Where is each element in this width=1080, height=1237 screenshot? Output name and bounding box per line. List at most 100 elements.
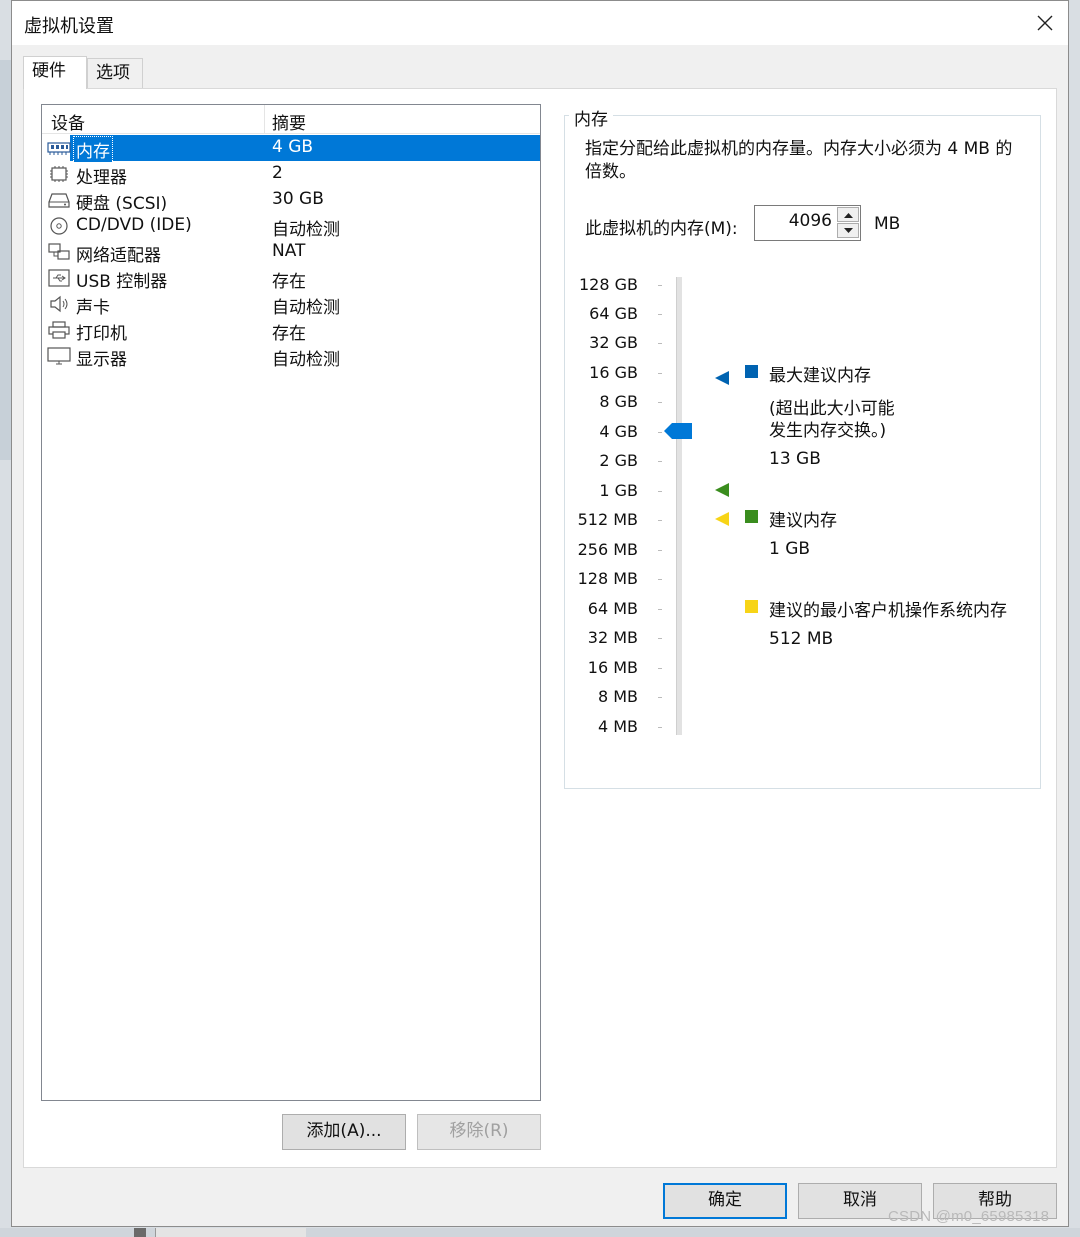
device-name: 网络适配器	[76, 246, 161, 266]
device-summary: 自动检测	[272, 220, 340, 240]
max-recommended-swatch	[745, 365, 758, 378]
device-row-memory[interactable]: 内存 4 GB	[46, 135, 540, 163]
memory-size-spinbox[interactable]: 4096	[754, 205, 861, 241]
device-name: 打印机	[76, 324, 127, 344]
device-name: USB 控制器	[76, 272, 168, 292]
memory-description: 指定分配给此虚拟机的内存量。内存大小必须为 4 MB 的倍数。	[585, 139, 1013, 182]
device-summary: NAT	[272, 241, 306, 261]
scale-tick	[658, 520, 662, 521]
scale-label: 512 MB	[577, 510, 638, 529]
scale-tick	[658, 461, 662, 462]
device-row-printer[interactable]: 打印机 存在	[46, 317, 540, 344]
scale-tick	[658, 668, 662, 669]
max-recommended-value: 13 GB	[769, 449, 821, 469]
device-row-usb-controller[interactable]: USB 控制器 存在	[46, 265, 540, 292]
title-bar: 虚拟机设置	[12, 1, 1068, 45]
scale-label: 64 GB	[589, 304, 638, 323]
scale-label: 16 MB	[587, 658, 638, 677]
vm-settings-dialog: 虚拟机设置 硬件 选项 设备 摘要 内存 4 GB 处理器 2 硬盘 (SCSI…	[11, 0, 1069, 1227]
scale-tick	[658, 432, 662, 433]
window-title: 虚拟机设置	[24, 16, 114, 37]
max-recommended-note: 发生内存交换。)	[769, 421, 887, 441]
tab-options[interactable]: 选项	[87, 58, 143, 88]
memory-size-label: 此虚拟机的内存(M):	[585, 219, 738, 239]
device-summary: 自动检测	[272, 298, 340, 318]
min-guest-marker	[715, 512, 729, 526]
printer-icon	[48, 321, 70, 339]
spin-up-button[interactable]	[837, 207, 859, 222]
device-list-header: 设备 摘要	[42, 105, 540, 134]
add-device-button[interactable]: 添加(A)...	[282, 1114, 406, 1150]
memory-size-value[interactable]: 4096	[789, 211, 832, 231]
scale-tick	[658, 285, 662, 286]
device-row-display[interactable]: 显示器 自动检测	[46, 343, 540, 370]
scale-label: 128 GB	[579, 275, 638, 294]
cd-dvd-icon	[50, 217, 68, 235]
scale-tick	[658, 314, 662, 315]
scale-tick	[658, 491, 662, 492]
processor-icon	[50, 166, 68, 182]
device-summary: 30 GB	[272, 189, 324, 209]
device-row-hard-disk[interactable]: 硬盘 (SCSI) 30 GB	[46, 187, 540, 214]
device-name: 显示器	[76, 350, 127, 370]
spin-down-button[interactable]	[837, 223, 859, 238]
column-header-device[interactable]: 设备	[51, 109, 85, 134]
chevron-down-icon	[843, 227, 853, 233]
scale-label: 32 MB	[587, 628, 638, 647]
scale-tick	[658, 373, 662, 374]
network-adapter-icon	[48, 243, 70, 260]
scale-tick	[658, 609, 662, 610]
device-row-network-adapter[interactable]: 网络适配器 NAT	[46, 239, 540, 266]
scale-label: 256 MB	[577, 540, 638, 559]
scale-tick	[658, 579, 662, 580]
remove-device-button[interactable]: 移除(R)	[417, 1114, 541, 1150]
scale-label: 1 GB	[599, 481, 638, 500]
scale-label: 2 GB	[599, 451, 638, 470]
scale-tick	[658, 697, 662, 698]
device-row-cd-dvd[interactable]: CD/DVD (IDE) 自动检测	[46, 213, 540, 240]
max-recommended-title: 最大建议内存	[769, 366, 871, 386]
scale-label: 4 MB	[597, 717, 638, 736]
usb-icon	[48, 269, 70, 287]
device-row-processor[interactable]: 处理器 2	[46, 161, 540, 188]
scale-label: 128 MB	[577, 569, 638, 588]
speaker-icon	[50, 295, 68, 313]
memory-slider-thumb[interactable]	[664, 423, 692, 439]
watermark: CSDN @m0_65985318	[888, 1208, 1050, 1225]
chevron-up-icon	[843, 212, 853, 218]
device-name: CD/DVD (IDE)	[76, 215, 192, 235]
tab-hardware[interactable]: 硬件	[23, 56, 87, 89]
device-list[interactable]: 设备 摘要 内存 4 GB 处理器 2 硬盘 (SCSI) 30 GB CD/D…	[41, 104, 541, 1101]
monitor-icon	[47, 347, 71, 365]
column-separator[interactable]	[264, 105, 265, 133]
device-summary: 2	[272, 163, 283, 183]
device-summary: 4 GB	[272, 137, 314, 157]
memory-icon	[47, 142, 71, 155]
min-guest-title: 建议的最小客户机操作系统内存	[769, 601, 1007, 621]
recommended-value: 1 GB	[769, 539, 811, 559]
scale-label: 16 GB	[589, 363, 638, 382]
device-summary: 存在	[272, 272, 306, 292]
max-recommended-marker	[715, 371, 729, 385]
scale-label: 8 GB	[599, 392, 638, 411]
device-summary: 存在	[272, 324, 306, 344]
device-name: 硬盘 (SCSI)	[76, 194, 168, 214]
scale-label: 64 MB	[587, 599, 638, 618]
device-summary: 自动检测	[272, 350, 340, 370]
recommended-marker	[715, 483, 729, 497]
column-header-summary[interactable]: 摘要	[272, 109, 306, 134]
memory-group-title: 内存	[569, 105, 613, 130]
device-name: 处理器	[76, 168, 127, 188]
memory-slider-track[interactable]	[676, 277, 682, 735]
scale-tick	[658, 638, 662, 639]
device-name: 声卡	[76, 298, 110, 318]
scale-tick	[658, 343, 662, 344]
ok-button[interactable]: 确定	[663, 1183, 787, 1219]
device-row-sound-card[interactable]: 声卡 自动检测	[46, 291, 540, 318]
device-name: 内存	[73, 136, 113, 163]
hard-disk-icon	[48, 193, 70, 208]
close-icon	[1037, 15, 1053, 31]
scale-tick	[658, 727, 662, 728]
close-button[interactable]	[1022, 1, 1068, 45]
scale-label: 4 GB	[599, 422, 638, 441]
